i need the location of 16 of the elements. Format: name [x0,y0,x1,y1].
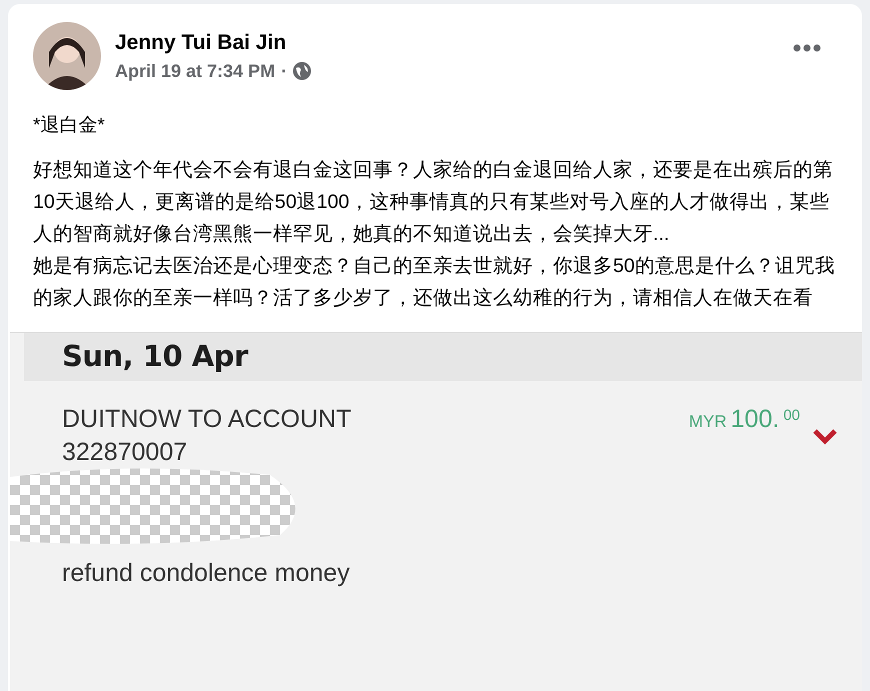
transaction-date: Sun, 10 Apr [62,339,248,373]
author-name[interactable]: Jenny Tui Bai Jin [115,30,778,54]
currency: MYR [688,412,727,432]
account-number: 322870007 [62,438,188,467]
chevron-down-icon[interactable] [812,427,838,445]
amount: 100. [730,405,780,434]
transaction-type: DUITNOW TO ACCOUNT [62,405,352,434]
post-paragraph: 她是有病忘记去医治还是心理变态？自己的至亲去世就好，你退多50的意思是什么？诅咒我的家人跟你的至亲一样吗？活了多少岁了，还做出这么幼稚的行为，请相信人在做天在看 [33,254,836,311]
post-title: *退白金* [33,114,106,138]
transaction-note: refund condolence money [61,558,351,588]
post-paragraph: 好想知道这个年代会不会有退白金这回事？人家给的白金退回给人家，还要是在出殡后的第10天退给人，更离谱的是给50退100，这种事情真的只有某些对号入座的人才做得出，某些人的智商就好像台湾黑熊一样罕见，她真的不知道说出去，会笑掉大牙... [33,158,834,247]
more-options-icon[interactable] [792,43,822,53]
globe-icon [293,62,312,80]
separator: · [281,60,288,82]
post-timestamp[interactable]: April 19 at 7:34 PM [115,60,276,82]
amount-cents: 00 [783,407,800,424]
